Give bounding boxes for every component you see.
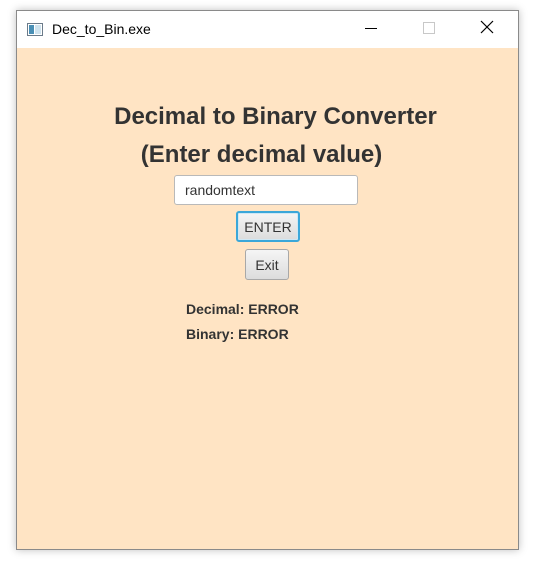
- enter-button[interactable]: ENTER: [236, 211, 300, 242]
- decimal-result: Decimal: ERROR: [186, 301, 299, 317]
- content-area: Decimal to Binary Converter (Enter decim…: [17, 48, 518, 549]
- maximize-button[interactable]: [400, 11, 458, 48]
- app-window: Dec_to_Bin.exe Decimal to Binary Convert…: [16, 10, 519, 550]
- page-subtitle: (Enter decimal value): [140, 141, 383, 168]
- minimize-button[interactable]: [342, 11, 400, 48]
- maximize-icon: [423, 21, 435, 39]
- app-icon: [27, 23, 43, 36]
- minimize-icon: [365, 21, 377, 39]
- title-bar[interactable]: Dec_to_Bin.exe: [17, 11, 518, 48]
- exit-button[interactable]: Exit: [245, 249, 289, 280]
- binary-result: Binary: ERROR: [186, 326, 289, 342]
- close-icon: [480, 20, 494, 39]
- window-title: Dec_to_Bin.exe: [52, 21, 151, 37]
- close-button[interactable]: [458, 11, 516, 48]
- page-title: Decimal to Binary Converter: [114, 103, 437, 130]
- decimal-input[interactable]: [174, 175, 358, 205]
